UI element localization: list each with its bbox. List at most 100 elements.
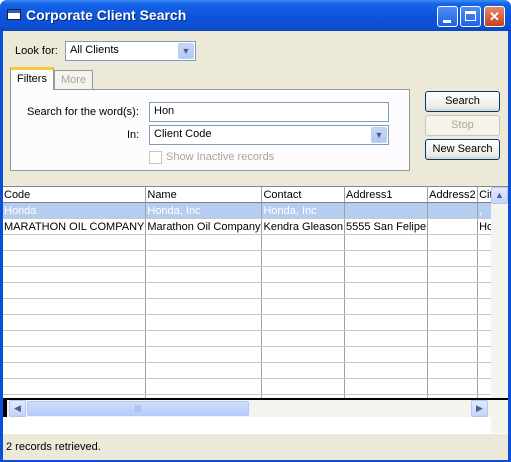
search-window: Corporate Client Search ✕ Look for: All …	[0, 0, 511, 462]
chevron-down-icon[interactable]: ▼	[178, 43, 194, 59]
table-cell	[261, 346, 345, 363]
tab-filters-label: Filters	[17, 73, 47, 85]
table-cell	[344, 234, 429, 251]
table-cell: Honda, Inc	[261, 202, 345, 219]
table-cell	[427, 202, 479, 219]
table-cell	[3, 282, 147, 299]
maximize-button[interactable]	[460, 6, 481, 27]
table-row[interactable]	[3, 314, 508, 331]
minimize-button[interactable]	[437, 6, 458, 27]
table-cell	[344, 250, 429, 267]
table-cell	[344, 282, 429, 299]
stop-button[interactable]: Stop	[425, 115, 500, 136]
table-cell	[427, 234, 479, 251]
table-cell	[427, 282, 479, 299]
table-cell	[3, 346, 147, 363]
table-cell	[427, 330, 479, 347]
table-cell	[427, 362, 479, 379]
table-cell	[3, 250, 147, 267]
table-row[interactable]	[3, 330, 508, 347]
table-cell	[261, 362, 345, 379]
show-inactive-checkbox[interactable]	[149, 151, 162, 164]
table-cell	[261, 234, 345, 251]
column-header[interactable]: Contact	[261, 187, 345, 203]
table-cell	[3, 234, 147, 251]
column-header[interactable]: Name	[145, 187, 263, 203]
scroll-right-icon[interactable]: ▶	[471, 400, 488, 417]
table-cell	[344, 314, 429, 331]
column-header[interactable]: Address1	[344, 187, 429, 203]
column-header[interactable]: Address2	[427, 187, 479, 203]
table-cell	[145, 362, 263, 379]
table-cell	[427, 298, 479, 315]
title-bar[interactable]: Corporate Client Search ✕	[0, 0, 511, 31]
table-cell: Honda	[3, 202, 147, 219]
look-for-value: All Clients	[70, 44, 119, 56]
filters-panel: Search for the word(s): Hon In: Client C…	[10, 89, 410, 171]
table-cell	[3, 266, 147, 283]
table-cell	[3, 330, 147, 347]
horizontal-scrollbar[interactable]: ◀ ||| ▶	[3, 400, 508, 417]
table-cell	[145, 346, 263, 363]
table-header-row[interactable]: Code Name Contact Address1 Address2 City,	[3, 187, 508, 203]
table-cell	[261, 314, 345, 331]
table-cell	[261, 330, 345, 347]
table-cell	[261, 266, 345, 283]
table-cell	[344, 378, 429, 395]
table-cell: Honda, Inc	[145, 202, 263, 219]
close-button[interactable]: ✕	[484, 6, 505, 27]
table-cell	[145, 282, 263, 299]
table-cell	[145, 250, 263, 267]
table-row[interactable]	[3, 362, 508, 379]
table-cell	[344, 362, 429, 379]
table-cell	[145, 266, 263, 283]
scroll-up-icon[interactable]: ▲	[491, 187, 508, 204]
table-row[interactable]	[3, 282, 508, 299]
table-cell	[261, 250, 345, 267]
search-field-value: Client Code	[154, 128, 212, 140]
tab-filters[interactable]: Filters	[10, 67, 54, 90]
table-cell	[261, 282, 345, 299]
table-row[interactable]	[3, 250, 508, 267]
table-cell	[3, 378, 147, 395]
search-words-input[interactable]: Hon	[149, 102, 389, 122]
table-row[interactable]	[3, 234, 508, 251]
vertical-scrollbar[interactable]: ▲ ▼	[491, 187, 508, 433]
in-label: In:	[127, 129, 140, 141]
table-cell	[427, 378, 479, 395]
table-row[interactable]	[3, 346, 508, 363]
search-field-select[interactable]: Client Code ▼	[149, 125, 389, 145]
table-cell	[344, 330, 429, 347]
tab-more[interactable]: More	[54, 70, 94, 89]
column-header[interactable]: Code	[3, 187, 147, 203]
scroll-left-icon[interactable]: ◀	[9, 400, 26, 417]
table-cell	[3, 314, 147, 331]
table-cell: MARATHON OIL COMPANY	[3, 218, 147, 235]
status-bar: 2 records retrieved.	[3, 433, 508, 460]
table-cell	[344, 298, 429, 315]
new-search-button[interactable]: New Search	[425, 139, 500, 160]
table-cell	[261, 378, 345, 395]
table-cell	[145, 378, 263, 395]
chevron-down-icon[interactable]: ▼	[371, 127, 387, 143]
row-selector-marker	[3, 400, 7, 417]
table-cell	[344, 266, 429, 283]
table-cell	[427, 266, 479, 283]
table-row[interactable]	[3, 378, 508, 395]
window-client-area: Look for: All Clients ▼ Filters More Sea…	[3, 31, 508, 460]
table-cell	[261, 298, 345, 315]
status-text: 2 records retrieved.	[6, 441, 101, 453]
table-row[interactable]	[3, 266, 508, 283]
table-cell	[3, 362, 147, 379]
horizontal-scroll-thumb[interactable]: |||	[27, 401, 249, 416]
look-for-select[interactable]: All Clients ▼	[65, 41, 196, 61]
table-cell	[344, 202, 429, 219]
table-cell: Kendra Gleason	[261, 218, 345, 235]
table-row[interactable]: Honda Honda, Inc Honda, Inc,	[3, 202, 508, 219]
table-cell	[145, 314, 263, 331]
table-row[interactable]: MARATHON OIL COMPANY Marathon Oil Company…	[3, 218, 508, 235]
search-button[interactable]: Search	[425, 91, 500, 112]
table-cell	[145, 330, 263, 347]
show-inactive-label: Show Inactive records	[166, 151, 275, 163]
table-row[interactable]	[3, 298, 508, 315]
